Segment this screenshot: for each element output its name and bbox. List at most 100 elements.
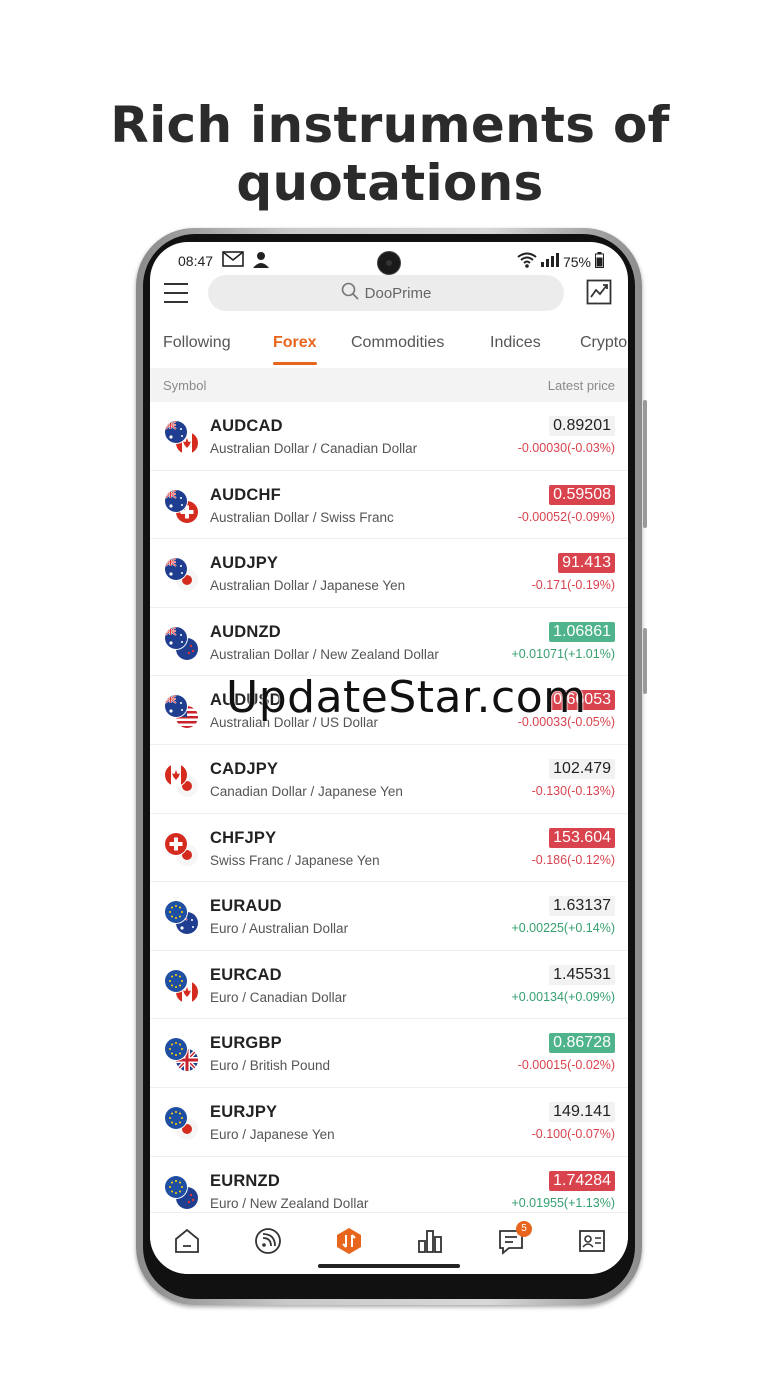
quote-name: Swiss Franc / Japanese Yen xyxy=(210,852,380,868)
flag-ch-icon xyxy=(165,832,187,855)
headline: Rich instruments of quotations xyxy=(110,96,670,212)
quote-price: 153.604 xyxy=(549,827,615,848)
quote-symbol: EURJPY xyxy=(210,1102,278,1121)
quote-name: Euro / Australian Dollar xyxy=(210,921,349,937)
tab-following[interactable]: Following xyxy=(163,334,231,352)
quote-name: Australian Dollar / Canadian Dollar xyxy=(210,441,418,456)
quote-symbol: EURAUD xyxy=(210,897,282,916)
quote-symbol: EURNZD xyxy=(210,1171,280,1190)
signal-icon xyxy=(540,253,559,270)
quote-name: Canadian Dollar / Japanese Yen xyxy=(210,783,403,799)
quote-symbol: AUDCHF xyxy=(210,485,281,504)
flag-eu-icon xyxy=(165,1175,187,1198)
quote-price: 0.86728 xyxy=(549,1033,615,1054)
quote-row-chfjpy[interactable]: CHFJPY Swiss Franc / Japanese Yen 153.604 -… xyxy=(150,814,628,883)
quote-change: -0.186(-0.12%) xyxy=(531,852,615,867)
quote-name: Euro / Japanese Yen xyxy=(210,1126,335,1142)
battery-icon xyxy=(595,252,604,271)
quote-change: -0.00030(-0.03%) xyxy=(517,441,615,455)
app-screen: 08:47 75% DooPrime Following Forex Commo… xyxy=(150,242,628,1274)
quote-change: +0.01955(+1.13%) xyxy=(511,1195,615,1210)
quote-row-audchf[interactable]: AUDCHF Australian Dollar / Swiss Franc 0.5… xyxy=(150,471,628,540)
quote-price: 1.63137 xyxy=(549,896,615,917)
currency-flags xyxy=(165,489,199,524)
watermark: UpdateStar.com xyxy=(226,672,587,723)
quote-change: -0.00052(-0.09%) xyxy=(517,509,615,524)
home-indicator xyxy=(318,1264,460,1268)
quote-name: Euro / British Pound xyxy=(210,1058,331,1074)
quote-change: -0.171(-0.19%) xyxy=(531,578,615,593)
currency-flags xyxy=(165,901,199,935)
active-tab-indicator xyxy=(273,362,317,365)
quote-price: 0.89201 xyxy=(549,416,615,436)
symbol-column-label: Symbol xyxy=(163,378,207,393)
quote-row-cadjpy[interactable]: CADJPY Canadian Dollar / Japanese Yen 102.… xyxy=(150,745,628,814)
markets-icon[interactable] xyxy=(416,1227,444,1255)
currency-flags xyxy=(165,558,199,592)
currency-flags xyxy=(165,1106,199,1141)
wifi-icon xyxy=(517,252,537,271)
quote-symbol: EURGBP xyxy=(210,1034,282,1053)
quote-row-audcad[interactable]: AUDCAD Australian Dollar / Canadian Dolla… xyxy=(150,402,628,471)
quote-price: 91.413 xyxy=(558,553,615,574)
quote-change: -0.130(-0.13%) xyxy=(531,783,615,798)
profile-icon[interactable] xyxy=(578,1227,606,1255)
quote-price: 102.479 xyxy=(549,758,615,779)
quote-symbol: AUDNZD xyxy=(210,622,281,641)
feed-icon[interactable] xyxy=(254,1227,282,1255)
quote-name: Australian Dollar / Swiss Franc xyxy=(210,509,394,525)
quote-change: -0.100(-0.07%) xyxy=(531,1126,615,1141)
home-icon[interactable] xyxy=(173,1227,201,1255)
quote-name: Australian Dollar / Japanese Yen xyxy=(210,578,406,594)
menu-icon[interactable] xyxy=(164,283,188,303)
tab-crypto[interactable]: Crypto xyxy=(580,334,627,352)
quote-price: 149.141 xyxy=(549,1101,615,1122)
quote-row-eurjpy[interactable]: EURJPY Euro / Japanese Yen 149.141 -0.100(-… xyxy=(150,1088,628,1157)
category-tabs: Following Forex Commodities Indices Cryp… xyxy=(150,328,628,365)
quote-row-eurgbp[interactable]: EURGBP Euro / British Pound 0.86728 -0.0001… xyxy=(150,1019,628,1088)
quote-row-audjpy[interactable]: AUDJPY Australian Dollar / Japanese Yen 91… xyxy=(150,539,628,608)
flag-ca-icon xyxy=(165,763,187,786)
flag-eu-icon xyxy=(165,901,187,924)
currency-flags xyxy=(165,421,199,455)
currency-flags xyxy=(165,695,199,729)
quote-change: +0.00225(+0.14%) xyxy=(511,921,615,936)
quote-name: Euro / Canadian Dollar xyxy=(210,989,347,1005)
tab-indices[interactable]: Indices xyxy=(490,334,541,352)
quote-symbol: AUDJPY xyxy=(210,554,279,573)
search-input[interactable]: DooPrime xyxy=(208,275,564,311)
flag-au-icon xyxy=(165,421,187,443)
bottom-nav: 5 xyxy=(150,1212,628,1274)
currency-flags xyxy=(165,763,199,798)
search-placeholder: DooPrime xyxy=(364,284,432,302)
quote-price: 1.74284 xyxy=(549,1170,615,1191)
quote-change: -0.00015(-0.02%) xyxy=(517,1058,615,1073)
camera-hole xyxy=(377,251,401,275)
quote-list: AUDCAD Australian Dollar / Canadian Dolla… xyxy=(150,402,628,1226)
mail-icon xyxy=(222,251,244,270)
quote-name: Euro / New Zealand Dollar xyxy=(210,1195,369,1211)
quote-symbol: CHFJPY xyxy=(210,828,277,847)
flag-au-icon xyxy=(165,626,187,649)
flag-eu-icon xyxy=(165,969,187,992)
search-icon xyxy=(341,282,359,304)
tab-commodities[interactable]: Commodities xyxy=(351,334,444,352)
quote-row-audnzd[interactable]: AUDNZD Australian Dollar / New Zealand Do… xyxy=(150,608,628,677)
currency-flags xyxy=(165,969,199,1004)
chart-icon[interactable] xyxy=(586,279,612,305)
quote-price: 1.45531 xyxy=(549,964,615,985)
quote-row-euraud[interactable]: EURAUD Euro / Australian Dollar 1.63137 +0.… xyxy=(150,882,628,951)
messages-badge: 5 xyxy=(516,1221,532,1237)
quote-price: 1.06861 xyxy=(549,621,615,642)
quote-change: +0.00134(+0.09%) xyxy=(511,989,615,1004)
trade-icon[interactable] xyxy=(335,1227,363,1255)
battery-percent: 75% xyxy=(562,253,591,270)
tab-forex[interactable]: Forex xyxy=(273,334,317,352)
currency-flags xyxy=(165,1038,199,1072)
currency-flags xyxy=(165,832,199,867)
user-status-icon xyxy=(252,251,272,272)
flag-au-icon xyxy=(165,489,187,512)
quote-name: Australian Dollar / New Zealand Dollar xyxy=(210,646,439,662)
quote-row-eurcad[interactable]: EURCAD Euro / Canadian Dollar 1.45531 +0.00… xyxy=(150,951,628,1020)
quote-symbol: EURCAD xyxy=(210,965,282,984)
